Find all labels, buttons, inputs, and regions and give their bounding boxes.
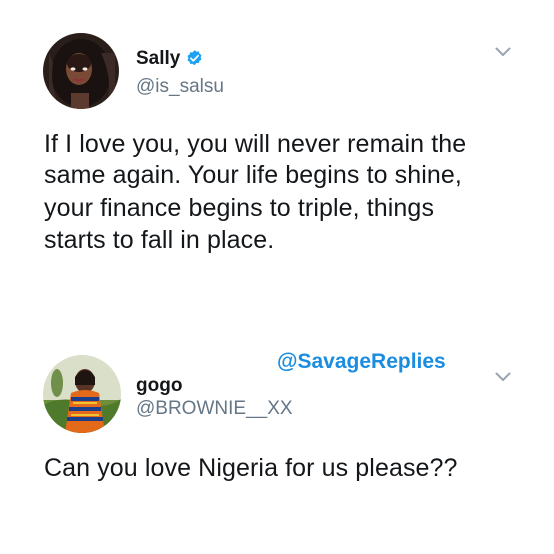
avatar-sally-image xyxy=(43,33,119,109)
avatar-sally[interactable] xyxy=(43,33,119,109)
verified-badge-icon xyxy=(187,50,202,66)
tweet-text: Can you love Nigeria for us please?? xyxy=(44,454,458,482)
author-name[interactable]: gogo xyxy=(136,375,182,397)
watermark: @SavageReplies xyxy=(277,350,446,373)
author-handle[interactable]: @is_salsu xyxy=(136,76,224,98)
chevron-down-icon[interactable] xyxy=(495,47,511,57)
tweet-text-line: If I love you, you will never remain the xyxy=(44,130,467,158)
tweet-text-line: your finance begins to triple, things xyxy=(44,194,435,222)
tweet-text-line: starts to fall in place. xyxy=(44,226,275,254)
chevron-down-icon[interactable] xyxy=(495,372,511,382)
avatar-gogo[interactable] xyxy=(43,355,121,433)
author-name[interactable]: Sally xyxy=(136,48,180,70)
avatar-gogo-image xyxy=(43,355,121,433)
tweet-text-line: same again. Your life begins to shine, xyxy=(44,161,462,189)
author-handle[interactable]: @BROWNIE__XX xyxy=(136,398,293,420)
